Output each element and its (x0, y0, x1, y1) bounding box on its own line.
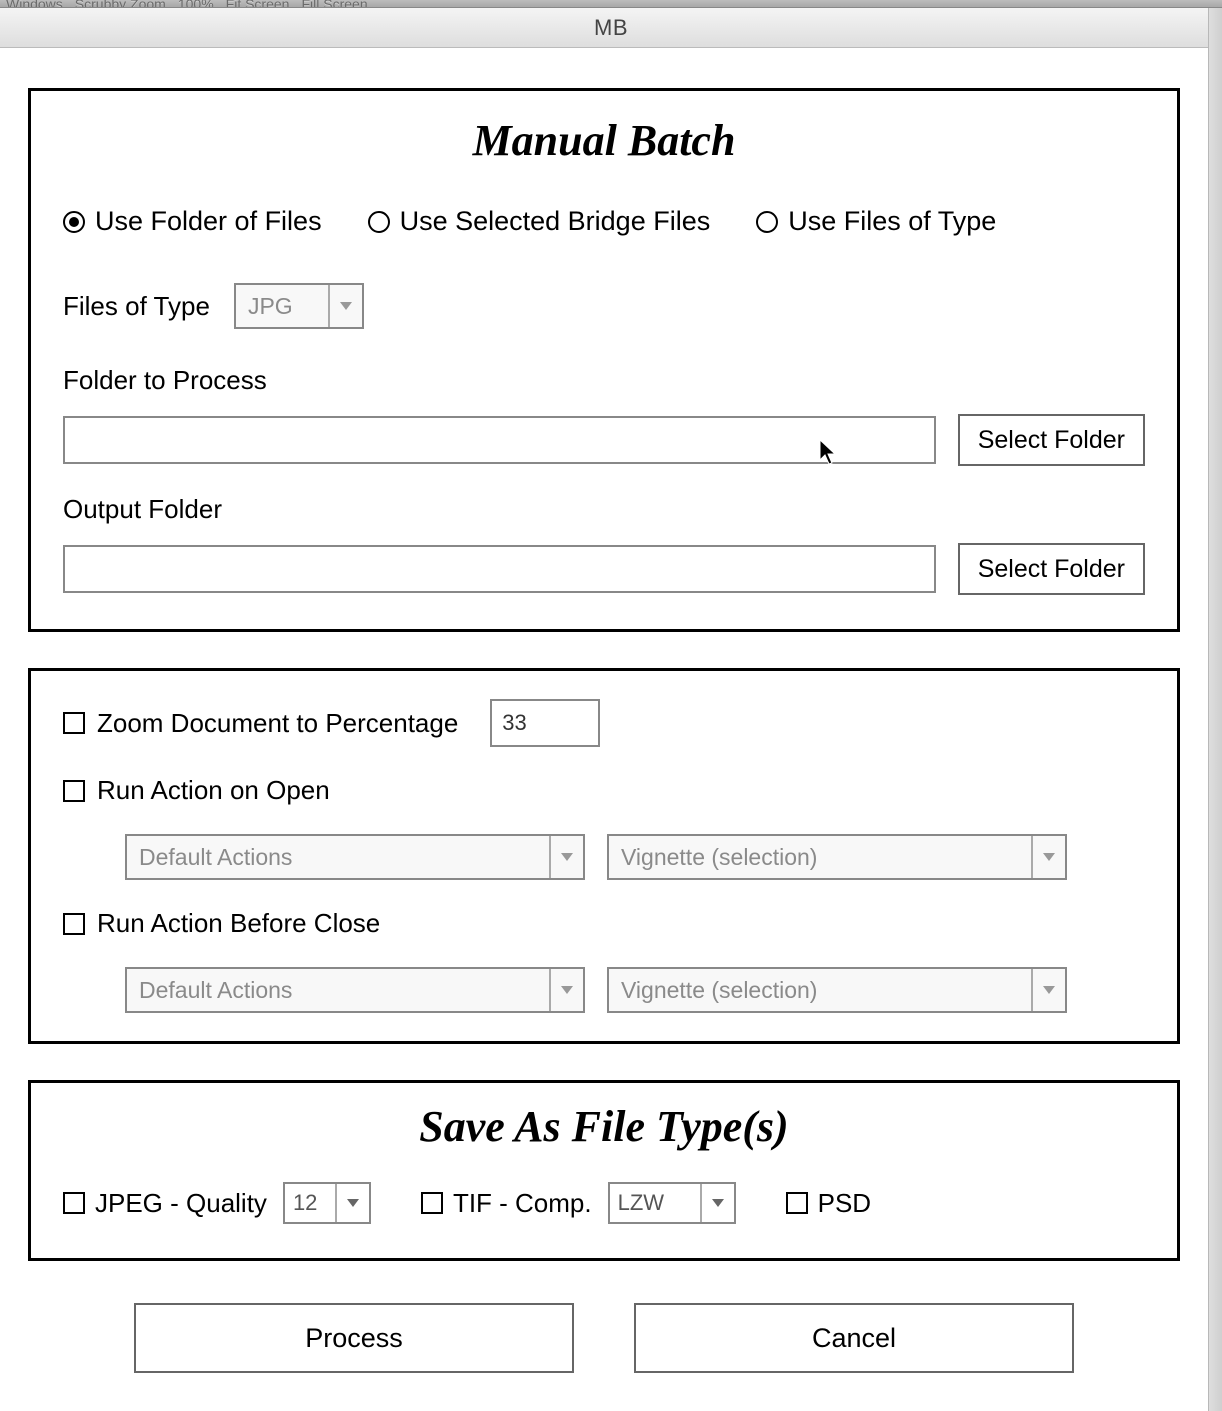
process-button[interactable]: Process (134, 1303, 574, 1373)
zoom-checkbox[interactable] (63, 712, 85, 734)
chevron-down-icon (549, 969, 583, 1011)
jpeg-quality-value: 12 (285, 1184, 335, 1222)
select-folder-output-button[interactable]: Select Folder (958, 543, 1145, 595)
radio-use-folder[interactable]: Use Folder of Files (63, 206, 322, 237)
zoom-percent-input[interactable]: 33 (490, 699, 600, 747)
run-action-close-label: Run Action Before Close (97, 908, 380, 939)
chevron-down-icon (335, 1184, 369, 1222)
radio-label: Use Files of Type (788, 206, 996, 237)
save-as-panel: Save As File Type(s) JPEG - Quality 12 T… (28, 1080, 1180, 1261)
cancel-button[interactable]: Cancel (634, 1303, 1074, 1373)
open-action-name-select[interactable]: Vignette (selection) (607, 834, 1067, 880)
output-folder-input[interactable] (63, 545, 936, 593)
open-action-set-select[interactable]: Default Actions (125, 834, 585, 880)
chevron-down-icon (549, 836, 583, 878)
source-radio-group: Use Folder of Files Use Selected Bridge … (63, 206, 1145, 237)
files-of-type-label: Files of Type (63, 291, 210, 322)
jpeg-checkbox[interactable] (63, 1192, 85, 1214)
run-action-open-checkbox[interactable] (63, 780, 85, 802)
run-action-close-checkbox[interactable] (63, 913, 85, 935)
app-toolbar: Windows Scrubby Zoom 100% Fit Screen Fil… (0, 0, 1222, 8)
files-of-type-select[interactable]: JPG (234, 283, 364, 329)
zoom-row: Zoom Document to Percentage 33 (63, 699, 1145, 747)
toolbar-item[interactable]: Fill Screen (301, 0, 367, 8)
dialog-buttons-row: Process Cancel (28, 1297, 1180, 1373)
tif-label: TIF - Comp. (453, 1188, 592, 1219)
radio-icon (368, 211, 390, 233)
window-right-edge (1208, 8, 1222, 1411)
chevron-down-icon (1031, 836, 1065, 878)
chevron-down-icon (328, 285, 362, 327)
window-title: MB (594, 15, 628, 41)
open-action-name-value: Vignette (selection) (609, 836, 1031, 878)
radio-icon (63, 211, 85, 233)
save-options-row: JPEG - Quality 12 TIF - Comp. LZW (63, 1182, 1145, 1224)
toolbar-item[interactable]: Windows (6, 0, 63, 8)
jpeg-option: JPEG - Quality (63, 1188, 267, 1219)
jpeg-quality-select[interactable]: 12 (283, 1182, 371, 1224)
zoom-label: Zoom Document to Percentage (97, 708, 458, 739)
open-action-set-value: Default Actions (127, 836, 549, 878)
save-as-title: Save As File Type(s) (63, 1101, 1145, 1152)
toolbar-item[interactable]: Scrubby Zoom (75, 0, 166, 8)
tif-compression-select[interactable]: LZW (608, 1182, 736, 1224)
jpeg-label: JPEG - Quality (95, 1188, 267, 1219)
dialog-content: Manual Batch Use Folder of Files Use Sel… (0, 48, 1208, 1411)
tif-option: TIF - Comp. (421, 1188, 592, 1219)
radio-use-type[interactable]: Use Files of Type (756, 206, 996, 237)
close-action-set-select[interactable]: Default Actions (125, 967, 585, 1013)
run-action-open-label: Run Action on Open (97, 775, 330, 806)
files-of-type-value: JPG (236, 285, 328, 327)
radio-label: Use Folder of Files (95, 206, 322, 237)
psd-checkbox[interactable] (786, 1192, 808, 1214)
psd-label: PSD (818, 1188, 871, 1219)
actions-panel: Zoom Document to Percentage 33 Run Actio… (28, 668, 1180, 1044)
toolbar-item[interactable]: Fit Screen (226, 0, 290, 8)
radio-icon (756, 211, 778, 233)
folder-to-process-label: Folder to Process (63, 365, 1145, 396)
run-action-close-row: Run Action Before Close (63, 908, 1145, 939)
close-action-name-value: Vignette (selection) (609, 969, 1031, 1011)
folder-to-process-row: Select Folder (63, 414, 1145, 466)
select-folder-process-button[interactable]: Select Folder (958, 414, 1145, 466)
chevron-down-icon (1031, 969, 1065, 1011)
manual-batch-panel: Manual Batch Use Folder of Files Use Sel… (28, 88, 1180, 632)
window-titlebar: MB (0, 8, 1222, 48)
files-of-type-row: Files of Type JPG (63, 283, 1145, 329)
radio-label: Use Selected Bridge Files (400, 206, 711, 237)
tif-checkbox[interactable] (421, 1192, 443, 1214)
close-action-set-value: Default Actions (127, 969, 549, 1011)
output-folder-row: Select Folder (63, 543, 1145, 595)
close-action-selects: Default Actions Vignette (selection) (125, 967, 1145, 1013)
manual-batch-title: Manual Batch (63, 115, 1145, 166)
output-folder-label: Output Folder (63, 494, 1145, 525)
psd-option: PSD (786, 1188, 871, 1219)
folder-to-process-input[interactable] (63, 416, 936, 464)
run-action-open-row: Run Action on Open (63, 775, 1145, 806)
toolbar-item[interactable]: 100% (178, 0, 214, 8)
tif-compression-value: LZW (610, 1184, 700, 1222)
chevron-down-icon (700, 1184, 734, 1222)
radio-use-bridge[interactable]: Use Selected Bridge Files (368, 206, 711, 237)
open-action-selects: Default Actions Vignette (selection) (125, 834, 1145, 880)
close-action-name-select[interactable]: Vignette (selection) (607, 967, 1067, 1013)
